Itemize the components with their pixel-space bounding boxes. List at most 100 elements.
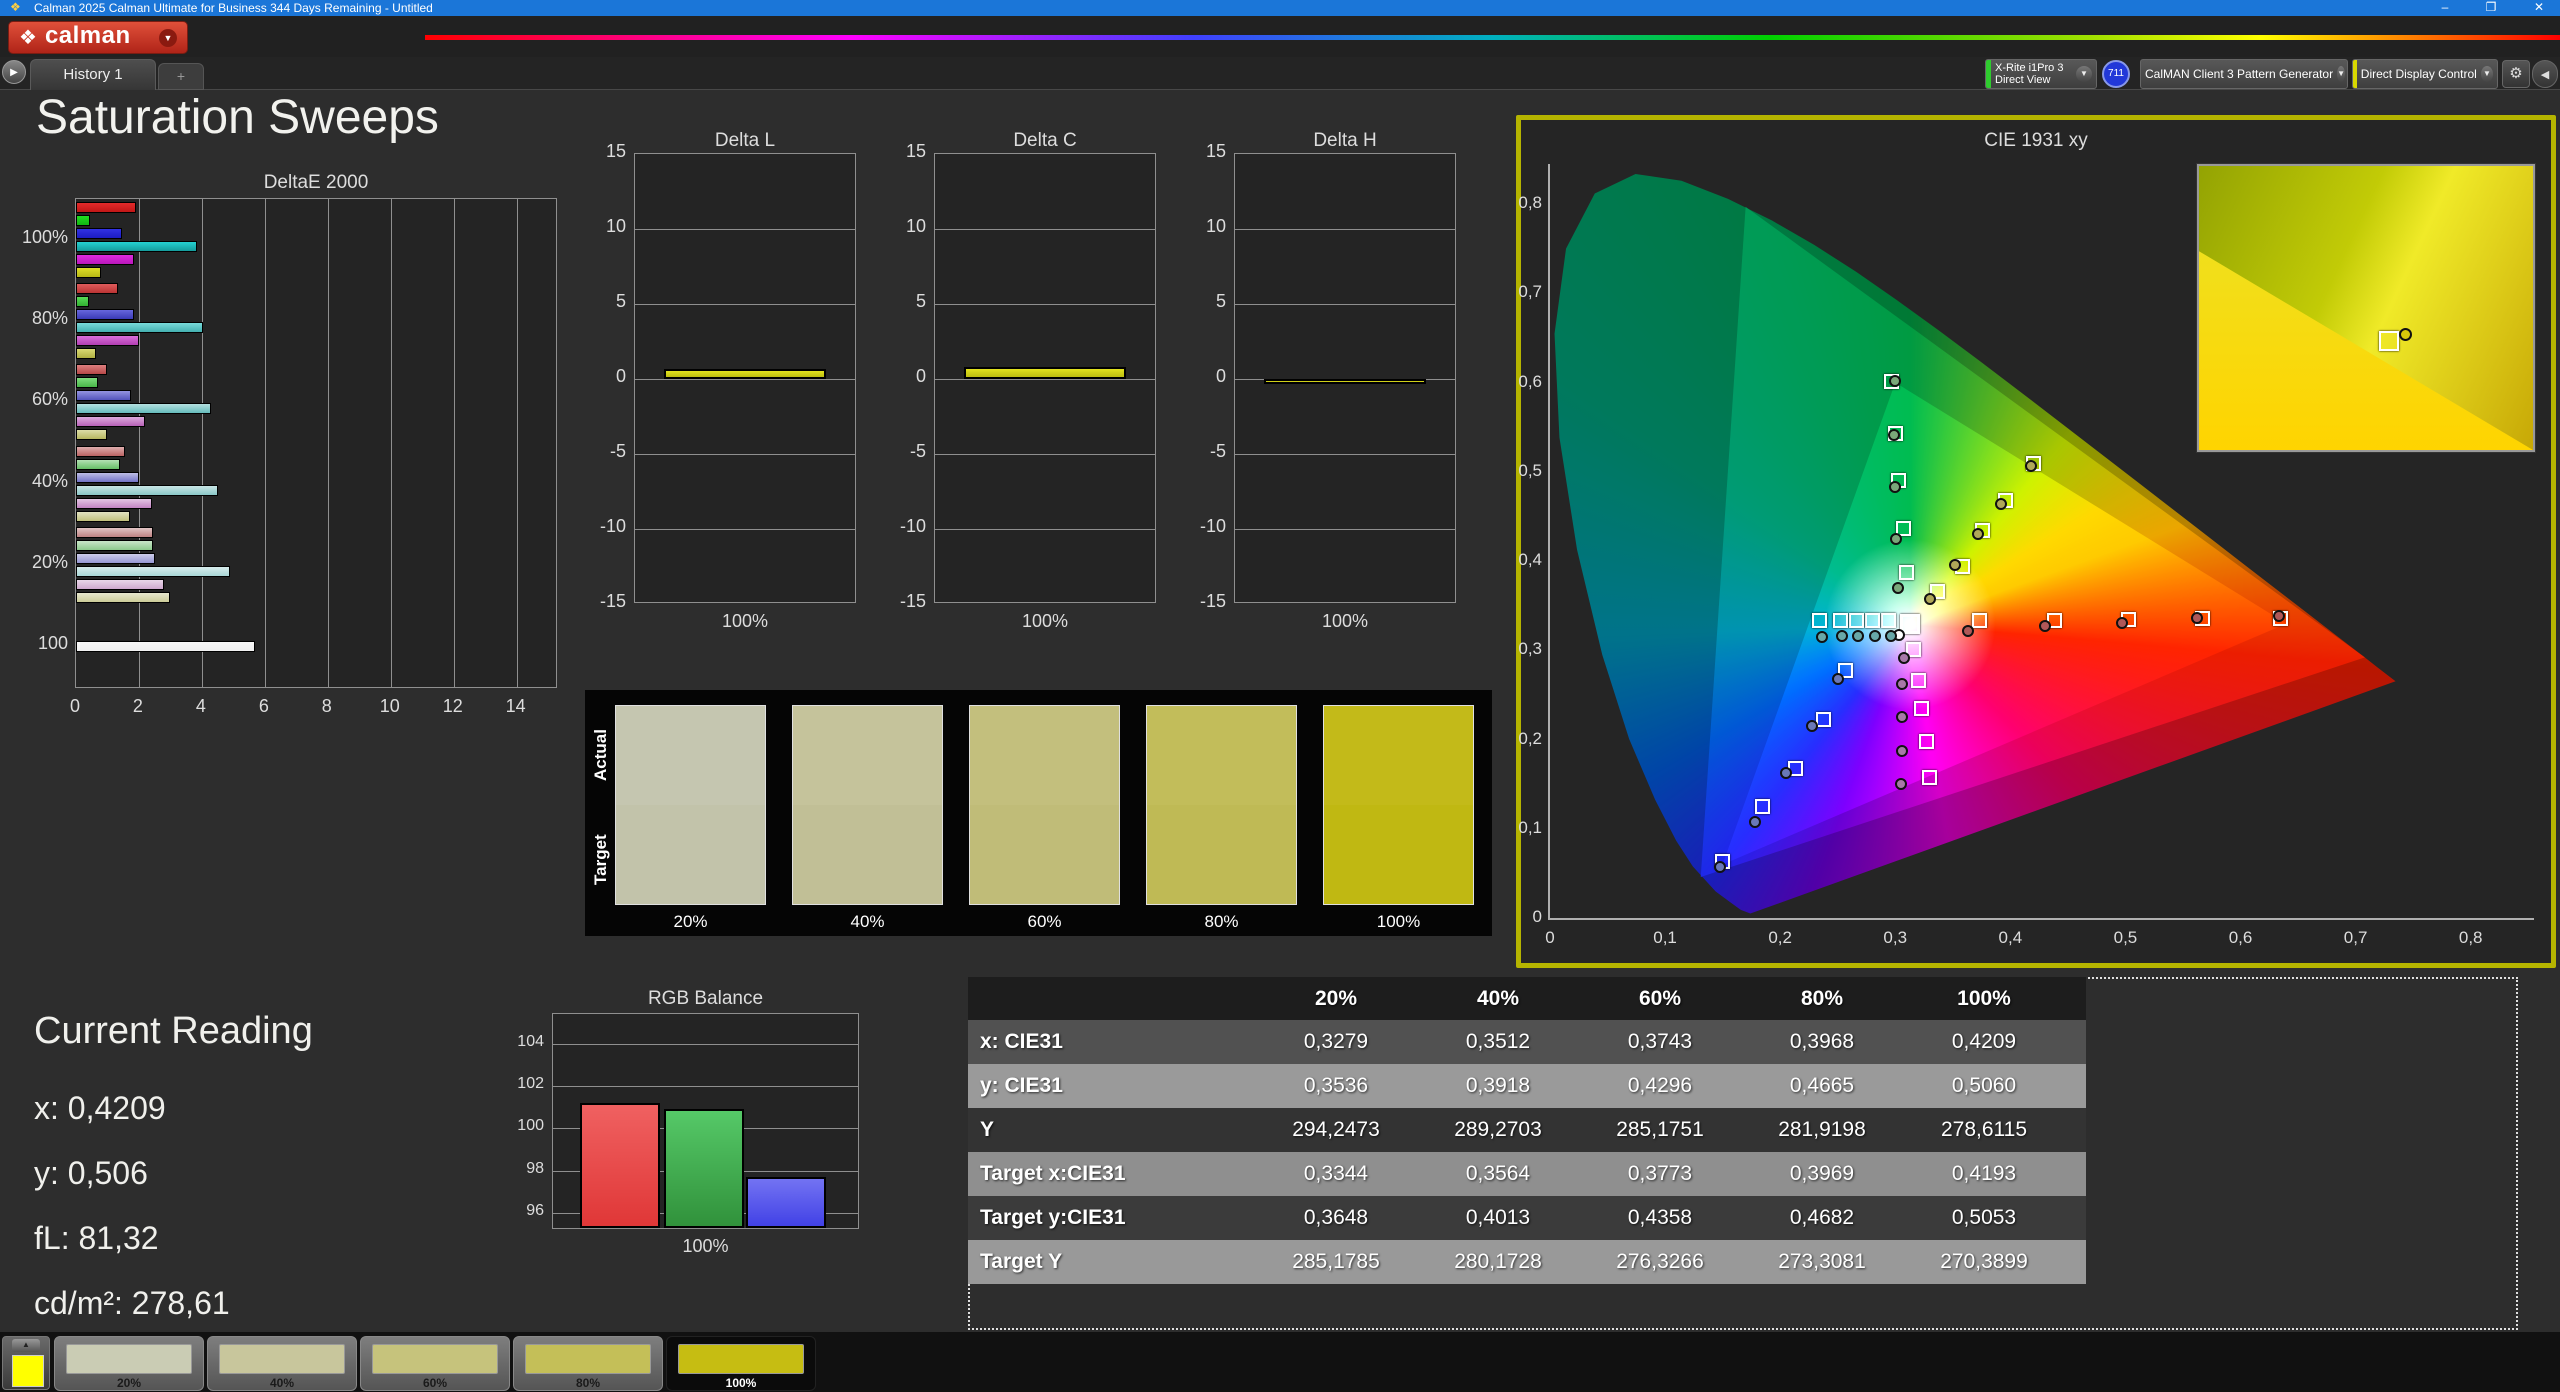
meter-dropdown[interactable]: X-Rite i1Pro 3 Direct View ▼ [1985,59,2097,89]
table-header-cell: 20% [1255,987,1417,1011]
source-dropdown[interactable]: CalMAN Client 3 Pattern Generator ▼ [2140,59,2348,89]
close-button[interactable]: ✕ [2524,0,2554,16]
group-label: 40% [8,471,68,492]
x-tick-label: 4 [181,696,221,717]
x-tick-label: 0 [1526,928,1574,948]
swatch-label: 20% [615,912,766,932]
deltae-bar [76,527,153,538]
chevron-down-icon: ▼ [159,29,177,47]
y-tick-label: 15 [574,141,626,162]
actual-swatch-20% [615,705,766,805]
deltae-bar [76,416,145,427]
table-cell: 0,4682 [1741,1206,1903,1230]
meter-count-badge[interactable]: 711 [2102,60,2130,88]
meter-name: X-Rite i1Pro 3 [1995,62,2063,74]
gridline [553,1086,858,1087]
table-cell: 289,2703 [1417,1118,1579,1142]
swatch-label: 80% [1146,912,1297,932]
reading-cdm2: cd/m²: 278,61 [34,1285,230,1322]
pattern-swatch [219,1344,345,1374]
run-page-button[interactable]: ▶ [2,60,26,84]
y-tick-label: 15 [1174,141,1226,162]
deltae-bar [76,485,218,496]
table-row: x: CIE310,32790,35120,37430,39680,4209 [968,1020,2086,1064]
y-tick-label: -10 [1174,516,1226,537]
x-tick-label: 0,5 [2101,928,2149,948]
pattern-label: 40% [208,1376,356,1390]
measured-marker-red [2039,620,2051,632]
pattern-button-80%[interactable]: 80% [513,1336,663,1391]
x-tick-label: 0,1 [1641,928,1689,948]
measured-marker-yellow-100 [2399,328,2412,341]
deltae-bar [76,215,90,226]
gridline [1235,454,1455,455]
gridline [1235,229,1455,230]
rgb-bar-blue [746,1177,826,1228]
y-tick-label: 0,7 [1498,282,1542,302]
y-tick-label: 102 [492,1075,544,1093]
group-label: 80% [8,308,68,329]
deltae-bar [76,364,107,375]
pattern-swatch [372,1344,498,1374]
collapse-panel-button[interactable]: ◀ [2532,60,2558,88]
deltaC-bar [964,367,1126,379]
table-cell: 0,3564 [1417,1162,1579,1186]
x-tick-label: 8 [307,696,347,717]
deltae-bar [76,641,255,652]
pattern-window-panel: ▲ [2,1336,50,1390]
deltae-bar [76,202,136,213]
x-tick-label: 0,3 [1871,928,1919,948]
target-marker-blue [1755,799,1770,814]
deltae2000-chart [75,198,557,688]
table-row: Target x:CIE310,33440,35640,37730,39690,… [968,1152,2086,1196]
deltae-bar [76,335,139,346]
measured-marker-yellow [2025,460,2037,472]
table-cell: 0,4296 [1579,1074,1741,1098]
calman-menu-button[interactable]: ❖ calman ▼ [8,21,188,54]
measured-marker-red [2273,610,2285,622]
inset-gamut-edge [2199,166,2533,450]
table-cell: 0,3279 [1255,1030,1417,1054]
table-cell: 0,3344 [1255,1162,1417,1186]
pattern-button-100%[interactable]: 100% [666,1336,816,1391]
pattern-window-swatch[interactable] [12,1355,44,1387]
deltae-bar [76,254,134,265]
gridline [1235,529,1455,530]
swatch-label: 60% [969,912,1120,932]
display-control-dropdown[interactable]: Direct Display Control ▼ [2352,59,2498,89]
minimize-button[interactable]: – [2430,0,2460,16]
maximize-button[interactable]: ❐ [2476,0,2506,16]
settings-button[interactable]: ⚙ [2502,60,2530,88]
table-cell: 0,4358 [1579,1206,1741,1230]
current-reading-title: Current Reading [34,1010,313,1053]
target-marker-cyan [1881,613,1896,628]
pattern-button-60%[interactable]: 60% [360,1336,510,1391]
deltae-bar [76,390,131,401]
chevron-up-icon[interactable]: ▲ [12,1339,40,1352]
reading-fl: fL: 81,32 [34,1220,159,1257]
deltae-bar [76,429,107,440]
add-tab-button[interactable]: + [158,63,204,90]
table-row: Y294,2473289,2703285,1751281,9198278,611… [968,1108,2086,1152]
cie-1931-panel: CIE 1931 xy 00,10,20,30,40,50,60,70,800,… [1516,115,2556,968]
calman-logo-text: calman [45,24,131,51]
tab-history-1[interactable]: History 1 [30,59,156,90]
y-tick-label: -15 [574,591,626,612]
gridline [391,199,392,687]
pattern-button-40%[interactable]: 40% [207,1336,357,1391]
table-cell: 273,3081 [1741,1250,1903,1274]
y-tick-label: 0,1 [1498,818,1542,838]
table-cell: 0,5053 [1903,1206,2065,1230]
pattern-label: 20% [55,1376,203,1390]
table-header-cell: 40% [1417,987,1579,1011]
app-icon: ❖ [10,0,21,14]
pattern-button-20%[interactable]: 20% [54,1336,204,1391]
y-tick-label: 0,5 [1498,461,1542,481]
table-cell: 270,3899 [1903,1250,2065,1274]
deltaC-title: Delta C [934,130,1156,152]
y-tick-label: 0 [1174,366,1226,387]
window-title: Calman 2025 Calman Ultimate for Business… [34,1,433,15]
deltae-bar [76,283,118,294]
measured-marker-green [1889,375,1901,387]
chevron-left-icon: ◀ [2541,69,2549,81]
